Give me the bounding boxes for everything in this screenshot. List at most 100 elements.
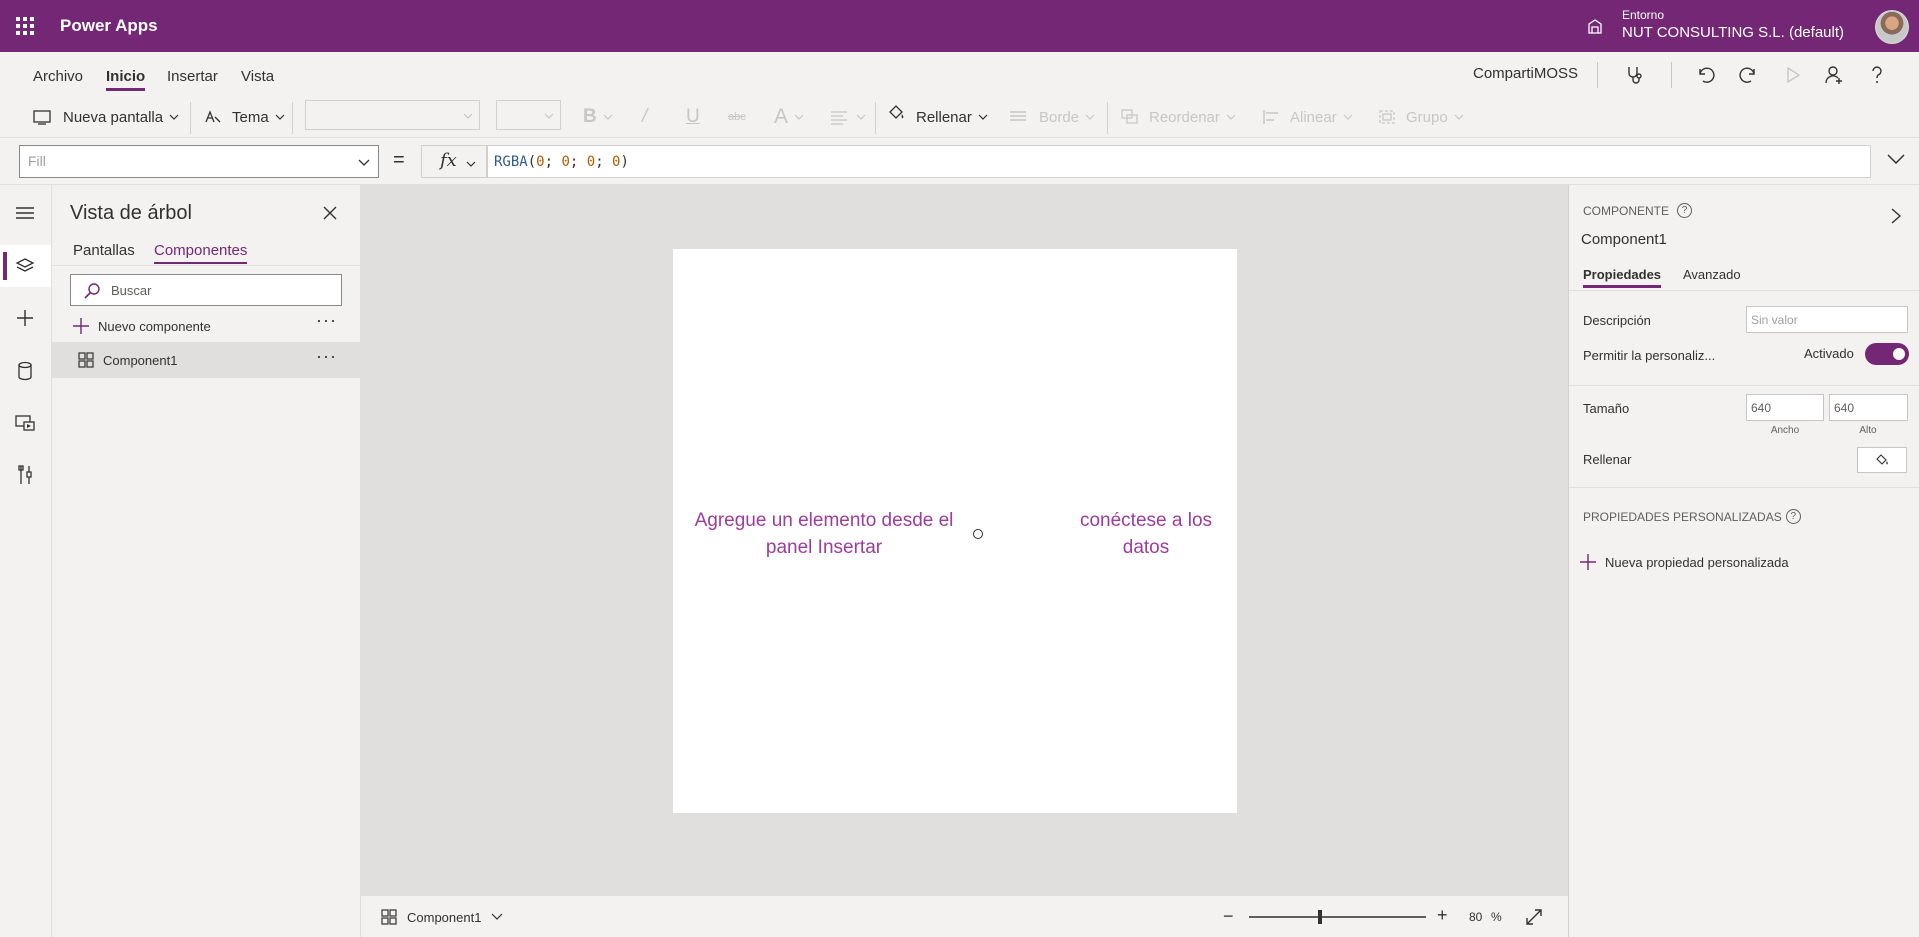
menu-bar: Archivo Inicio Insertar Vista CompartiMO…	[0, 52, 1919, 96]
avatar[interactable]	[1875, 10, 1909, 44]
formula-separator: ;	[544, 154, 562, 170]
new-component-label: Nuevo componente	[98, 318, 211, 334]
chevron-down-icon	[169, 114, 179, 120]
customize-state: Activado	[1804, 346, 1854, 361]
font-family-dropdown[interactable]	[305, 100, 480, 130]
help-icon[interactable]: ?	[1785, 509, 1801, 524]
canvas-area: Agregue un elemento desde el panel Inser…	[361, 185, 1568, 895]
zoom-in-button[interactable]: +	[1437, 905, 1448, 926]
formula-arg: 0	[586, 154, 596, 170]
expand-icon[interactable]	[1525, 908, 1543, 926]
help-icon[interactable]: ?	[1677, 203, 1693, 218]
database-icon[interactable]	[14, 360, 36, 382]
fill-button[interactable]: Rellenar	[886, 105, 988, 128]
paint-bucket-icon	[1876, 454, 1888, 465]
height-field[interactable]: 640	[1829, 394, 1908, 421]
layers-icon[interactable]	[14, 255, 36, 277]
fill-label: Rellenar	[916, 108, 972, 126]
zoom-slider[interactable]	[1249, 910, 1426, 924]
text-align-icon[interactable]	[830, 106, 866, 128]
new-custom-property-button[interactable]: Nueva propiedad personalizada	[1579, 553, 1789, 571]
font-color-icon[interactable]: A	[774, 105, 804, 128]
stethoscope-icon[interactable]	[1624, 64, 1646, 86]
border-label: Borde	[1039, 108, 1080, 126]
close-icon[interactable]	[322, 205, 338, 221]
italic-icon[interactable]: /	[642, 106, 647, 128]
search-placeholder: Buscar	[111, 283, 152, 298]
tools-icon[interactable]	[14, 464, 36, 486]
more-options-icon[interactable]: ···	[316, 346, 337, 367]
new-screen-button[interactable]: Nueva pantalla	[33, 106, 179, 128]
bold-icon[interactable]: B	[583, 106, 613, 128]
undo-icon[interactable]	[1694, 64, 1716, 86]
strikethrough-icon[interactable]: abc	[728, 106, 746, 128]
font-size-dropdown[interactable]	[496, 100, 561, 130]
fill-color-picker[interactable]	[1857, 447, 1907, 473]
chevron-right-icon[interactable]	[1890, 207, 1902, 225]
divider	[190, 102, 191, 134]
status-bar: Component1 − + 80 %	[361, 895, 1568, 937]
app-title[interactable]: Power Apps	[60, 16, 158, 36]
fx-button[interactable]: fx	[421, 145, 487, 178]
waffle-icon[interactable]	[14, 15, 36, 37]
reorder-button[interactable]: Reordenar	[1121, 106, 1236, 128]
tree-view-panel: Vista de árbol Pantallas Componentes Bus…	[52, 185, 361, 937]
theme-button[interactable]: Tema	[204, 106, 285, 128]
plus-icon[interactable]	[14, 307, 36, 329]
component-canvas[interactable]: Agregue un elemento desde el panel Inser…	[673, 249, 1237, 813]
tree-item-component1[interactable]: Component1 ···	[52, 342, 361, 378]
divider	[1597, 62, 1598, 88]
media-icon[interactable]	[14, 412, 36, 434]
new-component-button[interactable]: Nuevo componente	[70, 315, 340, 337]
group-button[interactable]: Grupo	[1378, 106, 1464, 128]
tab-avanzado[interactable]: Avanzado	[1683, 267, 1741, 282]
equals-sign: =	[393, 149, 405, 171]
divider	[1107, 102, 1108, 134]
align-button[interactable]: Alinear	[1262, 106, 1353, 128]
formula-bar: Fill = fx RGBA(0; 0; 0; 0)	[0, 138, 1919, 185]
property-dropdown[interactable]: Fill	[19, 145, 379, 178]
help-icon[interactable]	[1866, 64, 1888, 86]
height-caption: Alto	[1859, 425, 1877, 436]
plus-icon	[1580, 554, 1596, 570]
hamburger-icon[interactable]	[14, 202, 36, 224]
description-label: Descripción	[1583, 313, 1651, 328]
tab-inicio[interactable]: Inicio	[106, 68, 146, 91]
tab-pantallas[interactable]: Pantallas	[73, 242, 135, 259]
tab-propiedades[interactable]: Propiedades	[1583, 267, 1662, 288]
zoom-slider-thumb[interactable]	[1317, 910, 1322, 924]
custom-properties-heading: PROPIEDADES PERSONALIZADAS ?	[1583, 509, 1801, 524]
connect-data-link[interactable]: conéctese a los datos	[1073, 507, 1219, 561]
align-label: Alinear	[1290, 108, 1337, 126]
underline-icon[interactable]: U	[686, 106, 700, 128]
play-icon[interactable]	[1782, 64, 1804, 86]
customize-toggle[interactable]	[1865, 343, 1909, 365]
tab-archivo[interactable]: Archivo	[33, 68, 83, 85]
more-options-icon[interactable]: ···	[316, 310, 337, 331]
divider	[292, 102, 293, 134]
person-icon[interactable]	[1823, 64, 1845, 86]
expand-formula-icon[interactable]	[1886, 152, 1906, 166]
tab-vista[interactable]: Vista	[241, 68, 274, 85]
ribbon: Nueva pantalla Tema B / U abc A Rellenar…	[0, 96, 1919, 138]
width-caption: Ancho	[1770, 425, 1800, 436]
search-input[interactable]: Buscar	[70, 274, 342, 306]
insert-hint[interactable]: Agregue un elemento desde el panel Inser…	[693, 507, 955, 561]
redo-icon[interactable]	[1738, 64, 1760, 86]
tab-componentes[interactable]: Componentes	[154, 242, 248, 264]
paint-bucket-icon	[889, 105, 904, 119]
border-button[interactable]: Borde	[1009, 106, 1095, 128]
formula-input[interactable]: RGBA(0; 0; 0; 0)	[487, 145, 1871, 178]
zoom-out-button[interactable]: −	[1223, 906, 1234, 927]
width-field[interactable]: 640	[1746, 394, 1824, 421]
component-selector[interactable]: Component1	[381, 909, 513, 925]
environment-icon[interactable]	[1586, 17, 1604, 35]
component-kind-label: COMPONENTE	[1583, 203, 1670, 218]
divider	[1569, 290, 1919, 291]
environment-name[interactable]: NUT CONSULTING S.L. (default)	[1622, 24, 1844, 41]
description-field[interactable]: Sin valor	[1746, 306, 1908, 333]
size-label: Tamaño	[1583, 401, 1630, 416]
top-bar: Power Apps Entorno NUT CONSULTING S.L. (…	[0, 0, 1919, 52]
tab-insertar[interactable]: Insertar	[167, 68, 218, 85]
theme-label: Tema	[232, 108, 269, 126]
